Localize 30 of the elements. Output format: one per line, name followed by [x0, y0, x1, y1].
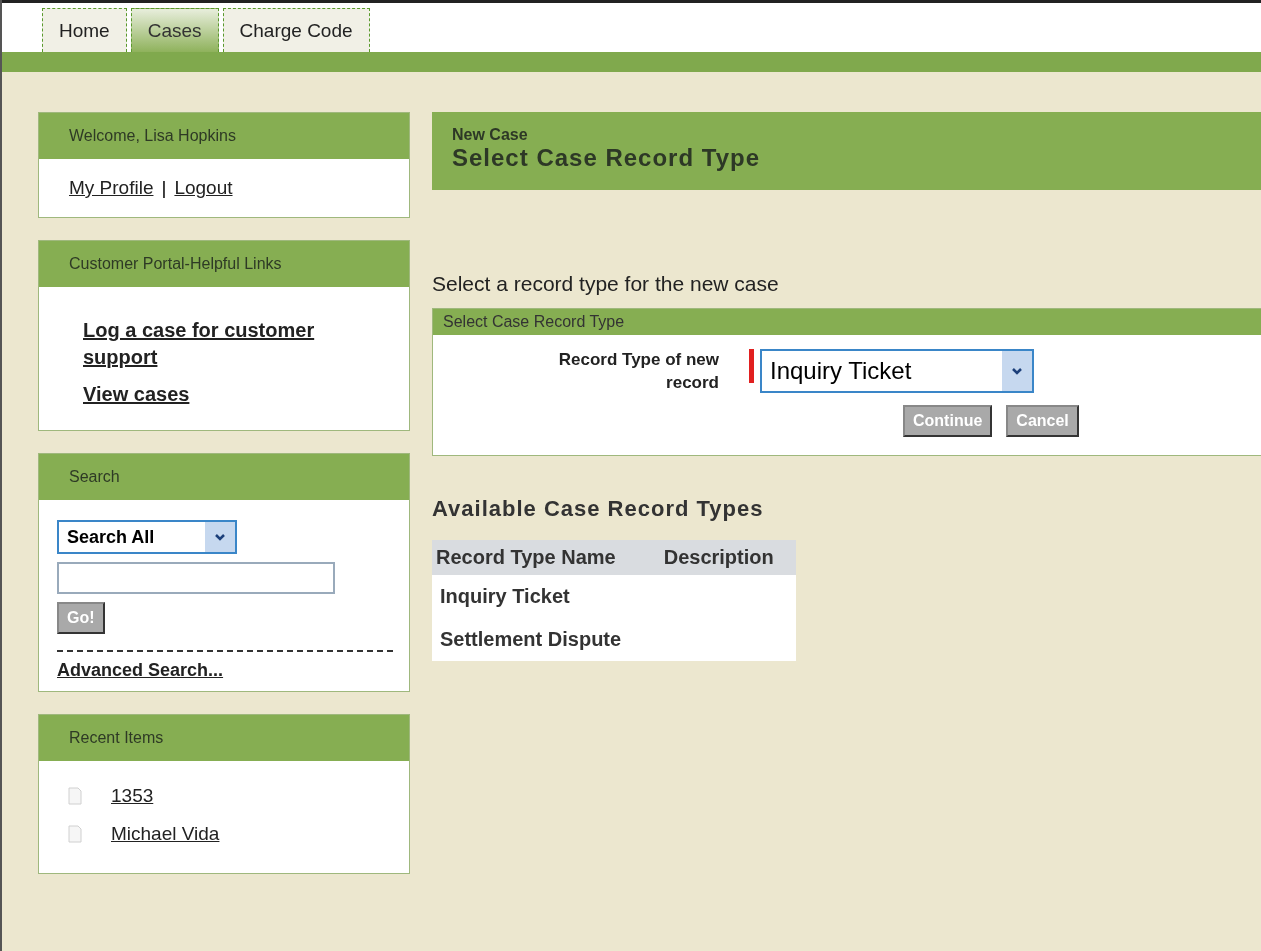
column-header: Record Type Name: [432, 539, 660, 575]
panel-title: Customer Portal-Helpful Links: [39, 241, 409, 287]
helpful-link[interactable]: View cases: [83, 381, 369, 408]
panel-title: Search: [39, 454, 409, 500]
helpful-link[interactable]: Log a case for customer support: [83, 317, 369, 371]
table-cell: Settlement Dispute: [440, 627, 622, 650]
nav-tab[interactable]: Home: [42, 8, 127, 52]
advanced-search-link[interactable]: Advanced Search...: [57, 660, 224, 681]
search-scope-dropdown[interactable]: Search All: [57, 520, 237, 554]
table-cell: Inquiry Ticket: [440, 584, 570, 607]
document-icon: [67, 786, 83, 806]
section-title: Select Case Record Type: [433, 309, 1261, 335]
section-title: Available Case Record Types: [432, 495, 765, 522]
search-field[interactable]: [57, 562, 335, 594]
link-separator: |: [161, 177, 167, 199]
nav-tab[interactable]: Charge Code: [222, 8, 370, 52]
panel-title: Welcome, Lisa Hopkins: [39, 113, 409, 159]
record-type-dropdown[interactable]: Inquiry Ticket: [760, 349, 1034, 393]
profile-link[interactable]: My Profile: [69, 177, 154, 199]
page-subtitle: New Case: [452, 126, 529, 144]
recent-item-link[interactable]: Michael Vida: [111, 823, 220, 845]
field-label: Record Type of new record: [557, 349, 719, 394]
logout-link[interactable]: Logout: [174, 177, 233, 199]
panel-title: Recent Items: [39, 715, 409, 761]
document-icon: [67, 824, 83, 844]
page-title: Select Case Record Type: [452, 144, 761, 172]
instruction-text: Select a record type for the new case: [432, 272, 780, 296]
column-header: Description: [659, 539, 796, 575]
recent-item-link[interactable]: 1353: [111, 785, 154, 807]
nav-tab[interactable]: Cases: [130, 8, 219, 52]
